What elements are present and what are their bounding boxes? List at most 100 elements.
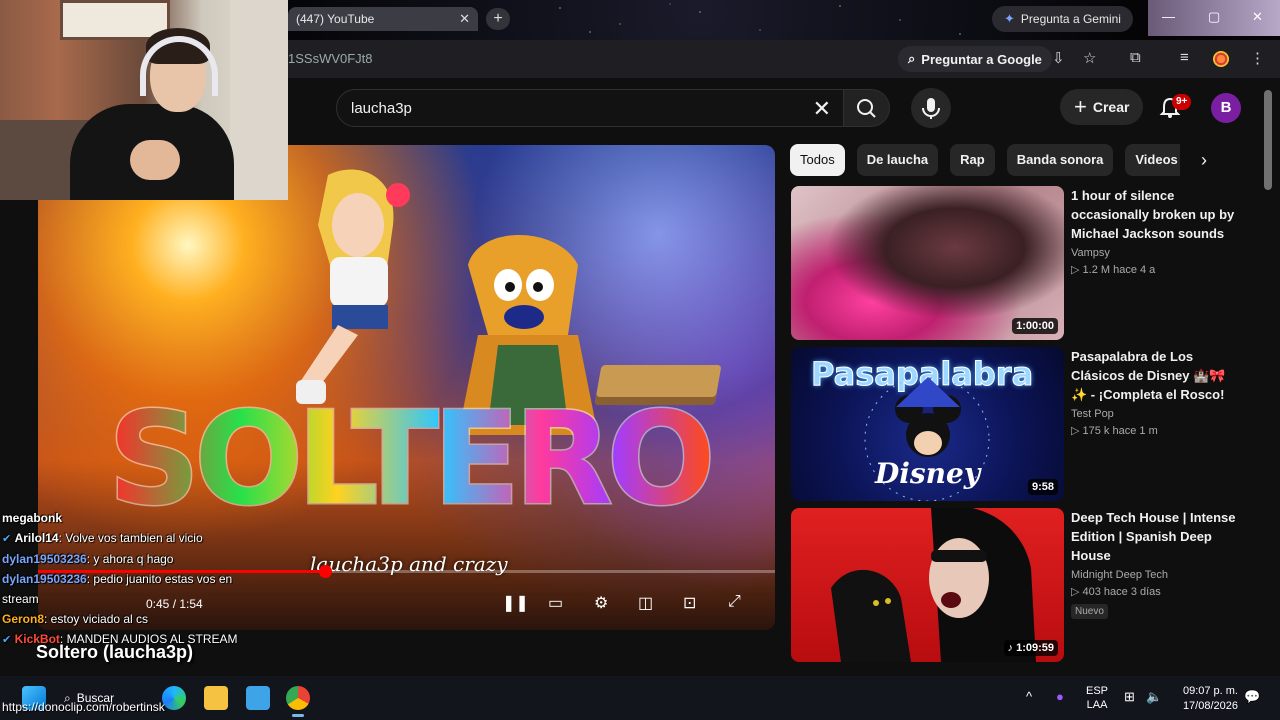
gemini-label: Pregunta a Gemini bbox=[1020, 12, 1121, 26]
maximize-icon[interactable]: ▢ bbox=[1208, 9, 1220, 25]
search-icon bbox=[857, 99, 876, 118]
video-thumbnail[interactable]: Pasapalabra Disney 9:58 bbox=[791, 347, 1064, 501]
chat-username: megabonk bbox=[2, 511, 63, 525]
recommended-item[interactable]: ♪ 1:09:59 Deep Tech House | Intense Edit… bbox=[791, 508, 1251, 662]
chip-todos[interactable]: Todos bbox=[790, 144, 845, 176]
webcam-overlay bbox=[0, 0, 288, 200]
now-playing-title: Soltero (laucha3p) bbox=[36, 642, 194, 662]
chip-rap[interactable]: Rap bbox=[950, 144, 995, 176]
new-tab-button[interactable]: + bbox=[486, 8, 510, 30]
notifications-center-icon[interactable]: 💬 bbox=[1244, 689, 1260, 705]
lens-icon: ⌕ bbox=[908, 51, 916, 66]
cast-icon[interactable]: ⊡ bbox=[683, 593, 696, 613]
chip-banda-sonora[interactable]: Banda sonora bbox=[1006, 144, 1114, 176]
chat-username: dylan19503236 bbox=[2, 572, 87, 586]
channel-name[interactable]: Midnight Deep Tech bbox=[1071, 569, 1241, 581]
chat-username: Geron8 bbox=[2, 612, 45, 626]
bookmark-star-icon[interactable]: ☆ bbox=[1083, 49, 1096, 67]
miniplayer-icon[interactable]: ◫ bbox=[638, 593, 653, 613]
create-label: Crear bbox=[1092, 99, 1130, 115]
tab-title: (447) YouTube bbox=[296, 12, 375, 26]
room-door bbox=[230, 0, 288, 200]
edge-icon[interactable] bbox=[162, 686, 186, 710]
close-window-icon[interactable]: ✕ bbox=[1252, 9, 1263, 25]
search-button[interactable] bbox=[844, 89, 890, 127]
install-icon[interactable]: ⇩ bbox=[1052, 49, 1065, 67]
volume-icon[interactable]: 🔈 bbox=[1146, 689, 1162, 705]
ask-google-label: Preguntar a Google bbox=[921, 51, 1042, 67]
media-control-icon[interactable]: ≡ bbox=[1180, 49, 1189, 66]
chat-message: ✔ Arilol14: Volve vos tambien al vicio bbox=[2, 528, 238, 549]
chat-message: dylan19503236: pedio juanito estas vos e… bbox=[2, 569, 238, 609]
fullscreen-icon[interactable]: ⤢ bbox=[728, 593, 741, 611]
scrubber-handle[interactable] bbox=[319, 565, 333, 578]
page-scrollbar[interactable] bbox=[1264, 90, 1272, 190]
window-controls: — ▢ ✕ bbox=[1148, 0, 1280, 36]
subtitles-icon[interactable]: ▭ bbox=[548, 593, 563, 613]
gemini-button[interactable]: ✦ Pregunta a Gemini bbox=[992, 6, 1133, 32]
video-stats: ▷ 1.2 M hace 4 a bbox=[1071, 264, 1156, 276]
chrome-icon[interactable] bbox=[286, 686, 310, 717]
video-thumbnail[interactable]: 1:00:00 bbox=[791, 186, 1064, 340]
recommended-item[interactable]: Pasapalabra Disney 9:58 Pasapalabra de L… bbox=[791, 347, 1251, 501]
language-indicator[interactable]: ESP LAA bbox=[1086, 684, 1108, 712]
layout-code: LAA bbox=[1086, 699, 1108, 711]
video-title[interactable]: Deep Tech House | Intense Edition | Span… bbox=[1071, 508, 1241, 565]
woman-and-cat-art bbox=[831, 508, 1036, 662]
plus-icon: + bbox=[1074, 94, 1087, 119]
file-explorer-icon[interactable] bbox=[204, 686, 228, 710]
chip-de-laucha[interactable]: De laucha bbox=[856, 144, 939, 176]
tab-close-icon[interactable]: ✕ bbox=[459, 11, 470, 27]
notifications-badge: 9+ bbox=[1172, 94, 1192, 110]
voice-search-button[interactable] bbox=[911, 88, 951, 128]
chrome-profile-icon[interactable] bbox=[1213, 51, 1229, 67]
network-icon[interactable]: ⊞ bbox=[1124, 689, 1135, 705]
video-thumbnail[interactable]: ♪ 1:09:59 bbox=[791, 508, 1064, 662]
chat-message: megabonk bbox=[2, 508, 238, 528]
recommended-item[interactable]: 1:00:00 1 hour of silence occasionally b… bbox=[791, 186, 1251, 340]
search-input[interactable]: laucha3p ✕ bbox=[336, 89, 844, 127]
channel-name[interactable]: Vampsy bbox=[1071, 247, 1241, 259]
channel-name[interactable]: Test Pop bbox=[1071, 408, 1241, 420]
tab-youtube[interactable]: (447) YouTube ✕ bbox=[288, 7, 478, 31]
pause-icon[interactable]: ❚❚ bbox=[502, 593, 529, 613]
video-title[interactable]: Pasapalabra de Los Clásicos de Disney 🏰🎀… bbox=[1071, 347, 1241, 404]
filter-chips: Todos De laucha Rap Banda sonora Videos … bbox=[790, 144, 1180, 176]
tray-chevron-icon[interactable]: ^ bbox=[1026, 689, 1032, 704]
chat-message: Geron8: estoy viciado al cs bbox=[2, 609, 238, 629]
chrome-menu-icon[interactable]: ⋮ bbox=[1250, 49, 1265, 67]
clock-date: 17/08/2026 bbox=[1182, 700, 1238, 712]
taskbar-clock[interactable]: 09:07 p. m. 17/08/2026 bbox=[1174, 684, 1238, 714]
extensions-icon[interactable]: ⧉ bbox=[1130, 49, 1141, 66]
chat-text: : estoy viciado al cs bbox=[44, 612, 149, 626]
duration-badge: 9:58 bbox=[1027, 479, 1058, 495]
minimize-icon[interactable]: — bbox=[1162, 9, 1175, 24]
new-badge: Nuevo bbox=[1071, 604, 1108, 619]
chevron-right-icon[interactable]: › bbox=[1192, 148, 1216, 172]
microphone-icon bbox=[922, 98, 940, 119]
settings-gear-icon[interactable]: ⚙ bbox=[594, 593, 608, 613]
chat-username: Arilol14 bbox=[14, 531, 59, 545]
donation-link: https://donoclip.com/robertinsk bbox=[2, 700, 165, 714]
video-title[interactable]: 1 hour of silence occasionally broken up… bbox=[1071, 186, 1241, 243]
clear-search-icon[interactable]: ✕ bbox=[813, 96, 831, 122]
stream-chat: megabonk ✔ Arilol14: Volve vos tambien a… bbox=[2, 508, 238, 650]
disney-logo-text: Disney bbox=[875, 457, 981, 490]
video-stats: ▷ 175 k hace 1 m bbox=[1071, 425, 1158, 437]
create-button[interactable]: + Crear bbox=[1060, 89, 1144, 125]
video-stats: ▷ 403 hace 3 días bbox=[1071, 586, 1161, 598]
screen: (447) YouTube ✕ + ✦ Pregunta a Gemini — … bbox=[0, 0, 1280, 720]
tray-app-icon[interactable]: ● bbox=[1056, 689, 1064, 704]
account-avatar[interactable]: B bbox=[1211, 93, 1241, 123]
url-text[interactable]: 1SSsWV0FJt8 bbox=[288, 51, 373, 66]
chip-videos[interactable]: Videos re bbox=[1125, 144, 1180, 176]
chat-message: dylan19503236: y ahora q hago bbox=[2, 549, 238, 569]
clock-time: 09:07 p. m. bbox=[1182, 685, 1238, 697]
verified-check-icon: ✔ bbox=[2, 634, 12, 646]
notepad-icon[interactable] bbox=[246, 686, 270, 710]
chat-text: : y ahora q hago bbox=[86, 552, 174, 566]
chat-username: dylan19503236 bbox=[2, 552, 87, 566]
ask-google-button[interactable]: ⌕ Preguntar a Google bbox=[898, 46, 1052, 72]
gemini-spark-icon: ✦ bbox=[1004, 11, 1015, 26]
chat-text: : Volve vos tambien al vicio bbox=[58, 531, 203, 545]
